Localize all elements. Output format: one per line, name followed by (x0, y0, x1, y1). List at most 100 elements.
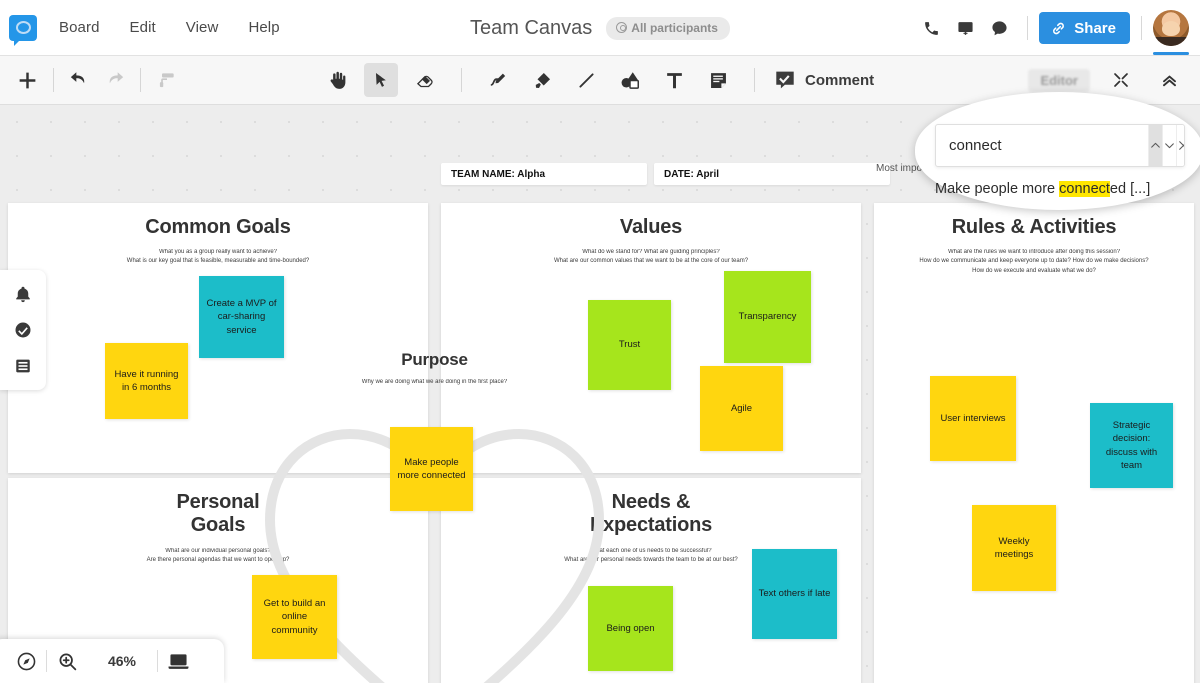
redo-icon[interactable] (97, 63, 131, 97)
sticky-note[interactable]: Weekly meetings (972, 505, 1056, 591)
team-name-field[interactable]: TEAM NAME: Alpha (441, 163, 647, 185)
sticky-note-text: User interviews (940, 412, 1006, 424)
header-actions: Share (914, 0, 1200, 56)
date-field[interactable]: DATE: April (654, 163, 890, 185)
line-tool-icon[interactable] (569, 63, 603, 97)
search-next-button[interactable] (1162, 125, 1176, 166)
panel-subtitle-common-goals: What you as a group really want to achie… (126, 249, 310, 265)
panel-subtitle-personal-goals: What are our individual personal goals? … (146, 547, 290, 564)
panel-title-needs-expectations: Needs & Expectations (589, 491, 713, 537)
logo-inner-shape (15, 21, 31, 34)
participants-badge[interactable]: All participants (606, 16, 730, 40)
comment-label: Comment (805, 71, 875, 89)
sticky-note-text: Transparency (738, 311, 797, 323)
purpose-block: Purpose Why we are doing what we are doi… (262, 350, 607, 387)
panel-title-common-goals: Common Goals (145, 216, 291, 238)
expand-icon[interactable] (1104, 63, 1138, 97)
menu-item-edit[interactable]: Edit (130, 19, 156, 36)
left-side-rail (0, 270, 46, 390)
sticky-note-text: Text others if late (758, 588, 831, 600)
zoom-level-value[interactable]: 46% (87, 653, 157, 669)
sticky-note-text: Trust (618, 339, 641, 351)
header-divider-2 (1141, 16, 1142, 40)
panel-title-personal-goals: Personal Goals (176, 491, 260, 537)
compass-icon[interactable] (6, 651, 46, 672)
sticky-note-text: Have it running in 6 months (114, 368, 179, 393)
panel-title-values: Values (619, 216, 683, 238)
shapes-tool-icon[interactable] (613, 63, 647, 97)
sticky-note[interactable]: User interviews (930, 376, 1016, 461)
presentation-icon[interactable] (948, 11, 982, 45)
eraser-tool-icon[interactable] (408, 63, 442, 97)
header-divider-1 (1027, 16, 1029, 40)
menu-item-view[interactable]: View (186, 19, 219, 36)
page-title[interactable]: Team Canvas (470, 17, 592, 40)
close-icon (1179, 141, 1184, 150)
sticky-note[interactable]: Agile (700, 366, 783, 451)
stormboard-logo-icon[interactable] (9, 14, 37, 46)
sticky-note[interactable]: Trust (588, 300, 671, 390)
participants-label: All participants (631, 20, 718, 35)
editor-role-badge[interactable]: Editor (1028, 68, 1090, 92)
text-tool-icon[interactable] (657, 63, 691, 97)
plus-icon[interactable] (10, 63, 44, 97)
zoom-in-icon[interactable] (47, 651, 87, 672)
sticky-note-tool-icon[interactable] (701, 63, 735, 97)
search-result-item[interactable]: Make people more connected [...] (935, 181, 1185, 197)
sticky-note-text: Agile (730, 402, 753, 414)
panel-subtitle-values: What do we stand for? What are guiding p… (553, 249, 749, 265)
sticky-note[interactable]: Being open (588, 586, 673, 671)
share-label: Share (1074, 19, 1116, 37)
drawing-tools: Comment (320, 63, 874, 97)
panel-subtitle-rules-activities: What are the rules we want to introduce … (919, 249, 1149, 274)
panel-title-rules-activities: Rules & Activities (951, 216, 1117, 238)
purpose-subtitle: Why we are doing what we are doing in th… (361, 379, 508, 385)
toolbar-divider-1 (53, 68, 54, 92)
toolbar-divider-4 (754, 68, 755, 92)
sticky-note[interactable]: Get to build an online community (252, 575, 337, 659)
search-close-button[interactable] (1176, 125, 1184, 166)
sticky-note[interactable]: Make people more connected (390, 427, 473, 511)
app-header: Board Edit View Help Team Canvas All par… (0, 0, 1200, 56)
bell-icon[interactable] (10, 281, 36, 307)
sticky-note[interactable]: Text others if late (752, 549, 837, 639)
sticky-note-text: Create a MVP of car-sharing service (206, 298, 277, 336)
sticky-note[interactable]: Have it running in 6 months (105, 343, 188, 419)
chat-icon[interactable] (982, 11, 1016, 45)
share-button[interactable]: Share (1039, 12, 1130, 44)
chevron-down-icon (1165, 143, 1174, 149)
search-result-match: connect (1059, 181, 1110, 197)
sticky-note[interactable]: Strategic decision: discuss with team (1090, 403, 1173, 488)
avatar-active-underline (1153, 52, 1189, 55)
avatar[interactable] (1153, 10, 1189, 46)
main-menu: Board Edit View Help (59, 19, 280, 36)
comment-icon (776, 71, 794, 89)
pen-tool-icon[interactable] (481, 63, 515, 97)
sticky-note[interactable]: Transparency (724, 271, 811, 363)
hand-tool-icon[interactable] (320, 63, 354, 97)
list-icon[interactable] (10, 353, 36, 379)
select-tool-icon[interactable] (364, 63, 398, 97)
sticky-note-text: Get to build an online community (263, 598, 326, 636)
zoom-toolbar: 46% (0, 639, 224, 683)
chevrons-up-icon[interactable] (1152, 63, 1186, 97)
sticky-note[interactable]: Create a MVP of car-sharing service (199, 276, 284, 358)
chevron-up-icon (1151, 142, 1160, 148)
paint-roller-icon[interactable] (150, 63, 184, 97)
menu-item-board[interactable]: Board (59, 19, 100, 36)
comment-button[interactable]: Comment (774, 69, 874, 91)
phone-icon[interactable] (914, 11, 948, 45)
search-input[interactable] (936, 125, 1148, 166)
app-root: Board Edit View Help Team Canvas All par… (0, 0, 1200, 683)
toolbar-divider-2 (140, 68, 141, 92)
undo-icon[interactable] (63, 63, 97, 97)
sticky-note-text: Weekly meetings (994, 535, 1034, 560)
menu-item-help[interactable]: Help (248, 19, 279, 36)
check-circle-icon[interactable] (10, 317, 36, 343)
sticky-note-text: Being open (606, 622, 655, 634)
search-bar (935, 124, 1185, 167)
search-result-suffix: ed [...] (1109, 181, 1151, 197)
search-prev-button[interactable] (1148, 125, 1162, 166)
laptop-icon[interactable] (158, 650, 198, 673)
highlighter-tool-icon[interactable] (525, 63, 559, 97)
